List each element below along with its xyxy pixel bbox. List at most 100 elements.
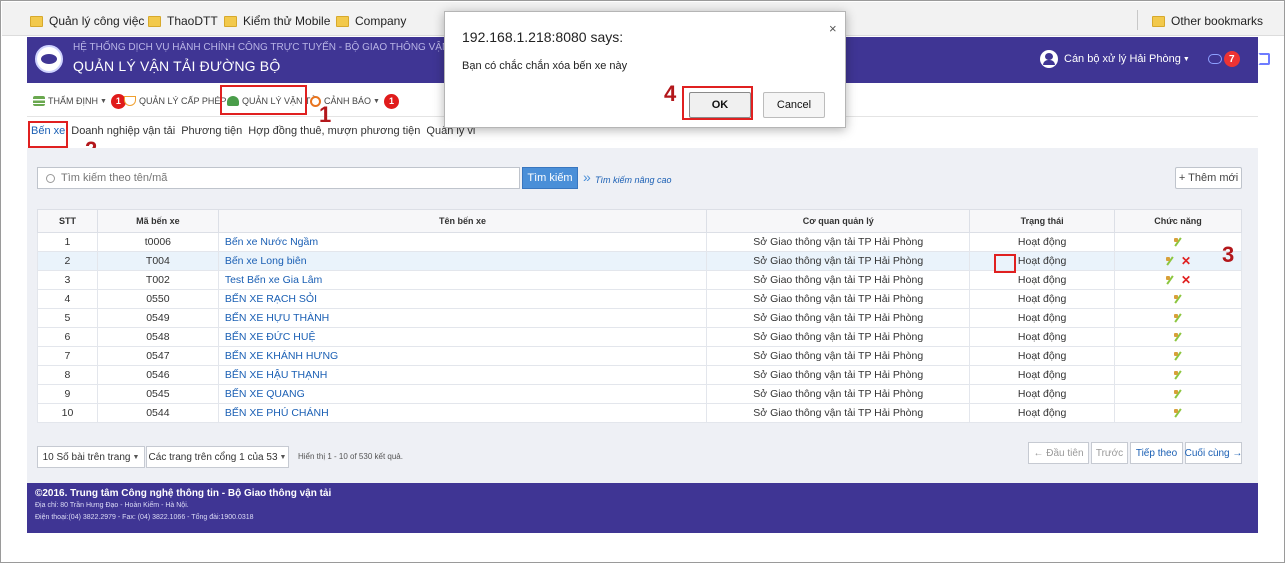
- dialog-message: Bạn có chắc chắn xóa bến xe này: [462, 60, 628, 72]
- edit-icon[interactable]: [1173, 370, 1183, 380]
- dialog-title: 192.168.1.218:8080 says:: [462, 29, 624, 45]
- edit-icon[interactable]: [1173, 389, 1183, 399]
- edit-icon[interactable]: [1173, 313, 1183, 323]
- bookmark-item[interactable]: ThaoDTT: [148, 13, 218, 29]
- search-input[interactable]: [61, 172, 519, 184]
- row-code: T002: [96, 270, 219, 290]
- col-header-status[interactable]: Trạng thái: [969, 209, 1116, 233]
- row-agency: Sở Giao thông vận tải TP Hải Phòng: [706, 365, 971, 385]
- per-page-select[interactable]: 10 Số bài trên trang ▼: [37, 446, 145, 468]
- menu-quan-ly-cap-phep[interactable]: QUẢN LÝ CẤP PHÉP▼: [124, 93, 235, 109]
- table-row[interactable]: 6 0548 BẾN XE ĐỨC HUỆ Sở Giao thông vận tải…: [37, 327, 1242, 347]
- row-agency: Sở Giao thông vận tải TP Hải Phòng: [706, 232, 971, 252]
- table-row[interactable]: 4 0550 BẾN XE RẠCH SỎI Sở Giao thông vận tả…: [37, 289, 1242, 309]
- table-row[interactable]: 8 0546 BẾN XE HẬU THẠNH Sở Giao thông vận t…: [37, 365, 1242, 385]
- row-code: 0544: [96, 403, 219, 423]
- bookmark-label: Kiểm thử Mobile: [243, 14, 331, 28]
- row-stt: 6: [37, 327, 98, 347]
- row-agency: Sở Giao thông vận tải TP Hải Phòng: [706, 403, 971, 423]
- submenu-phuong-tien[interactable]: Phương tiện: [181, 125, 242, 143]
- row-agency: Sở Giao thông vận tải TP Hải Phòng: [706, 251, 971, 271]
- folder-icon: [336, 15, 349, 27]
- folder-icon: [148, 15, 161, 27]
- page-footer: ©2016. Trung tâm Công nghệ thông tin - B…: [27, 483, 1258, 533]
- edit-icon[interactable]: [1173, 332, 1183, 342]
- next-page-button[interactable]: Tiếp theo: [1130, 442, 1183, 464]
- edit-icon[interactable]: [1173, 237, 1183, 247]
- table-row[interactable]: 7 0547 BẾN XE KHÁNH HƯNG Sở Giao thông vận …: [37, 346, 1242, 366]
- edit-icon[interactable]: [1165, 275, 1175, 285]
- row-agency: Sở Giao thông vận tải TP Hải Phòng: [706, 270, 971, 290]
- row-name[interactable]: BẾN XE ĐỨC HUỆ: [217, 327, 708, 347]
- other-bookmarks[interactable]: Other bookmarks: [1152, 13, 1263, 29]
- row-stt: 10: [37, 403, 98, 423]
- table-row[interactable]: 9 0545 BẾN XE QUANG Sở Giao thông vận tải T…: [37, 384, 1242, 404]
- edit-icon[interactable]: [1173, 294, 1183, 304]
- row-name[interactable]: BẾN XE PHÚ CHÁNH: [217, 403, 708, 423]
- chevron-down-icon: ▼: [100, 97, 107, 105]
- col-header-stt[interactable]: STT: [37, 209, 98, 233]
- notification-badge[interactable]: 7: [1223, 51, 1240, 67]
- edit-icon[interactable]: [1173, 408, 1183, 418]
- edit-icon[interactable]: [1173, 351, 1183, 361]
- delete-icon[interactable]: ✕: [1181, 255, 1191, 267]
- advanced-search-link[interactable]: Tìm kiếm nâng cao: [595, 175, 672, 185]
- confirm-dialog: 192.168.1.218:8080 says: × Bạn có chắc c…: [444, 11, 846, 128]
- edit-icon[interactable]: [1165, 256, 1175, 266]
- submenu-hop-dong[interactable]: Hợp đồng thuê, mượn phương tiện: [248, 125, 420, 143]
- col-header-code[interactable]: Mã bến xe: [96, 209, 219, 233]
- row-actions: ✕: [1114, 270, 1242, 290]
- annotation-box-menu: [220, 85, 307, 115]
- delete-icon[interactable]: ✕: [1181, 274, 1191, 286]
- row-code: 0546: [96, 365, 219, 385]
- table-row[interactable]: 2 T004 Bến xe Long biên Sở Giao thông vận t…: [37, 251, 1242, 271]
- table-row[interactable]: 3 T002 Test Bến xe Gia Lâm Sở Giao thông vậ…: [37, 270, 1242, 290]
- chevron-down-icon: ▼: [279, 453, 287, 461]
- folder-icon: [30, 15, 43, 27]
- bookmark-item[interactable]: Company: [336, 13, 406, 29]
- col-header-agency[interactable]: Cơ quan quản lý: [706, 209, 971, 233]
- search-field[interactable]: [37, 167, 520, 189]
- close-icon[interactable]: ×: [829, 21, 837, 36]
- row-stt: 4: [37, 289, 98, 309]
- page-select-label: Các trang trên cổng 1 của 53: [148, 451, 278, 463]
- bookmark-item[interactable]: Quản lý công việc: [30, 13, 144, 29]
- row-name[interactable]: BẾN XE QUANG: [217, 384, 708, 404]
- user-menu[interactable]: Cán bộ xử lý Hải Phòng ▼ 7: [1040, 50, 1270, 68]
- menu-tham-dinh[interactable]: THẨM ĐỊNH ▼ 1: [33, 93, 126, 109]
- table-row[interactable]: 1 t0006 Bến xe Nước Ngầm Sở Giao thông vận …: [37, 232, 1242, 252]
- logout-icon[interactable]: [1257, 53, 1270, 65]
- row-name[interactable]: Test Bến xe Gia Lâm: [217, 270, 708, 290]
- col-header-name[interactable]: Tên bến xe: [217, 209, 708, 233]
- col-header-actions: Chức năng: [1114, 209, 1242, 233]
- chat-icon[interactable]: [1207, 54, 1222, 64]
- row-name[interactable]: BẾN XE HỰU THÀNH: [217, 308, 708, 328]
- add-new-button[interactable]: + Thêm mới: [1175, 167, 1242, 189]
- search-button[interactable]: Tìm kiếm: [522, 167, 578, 189]
- chevron-down-icon: ▼: [132, 453, 140, 461]
- ministry-logo[interactable]: [35, 45, 63, 73]
- row-name[interactable]: BẾN XE HẬU THẠNH: [217, 365, 708, 385]
- row-name[interactable]: Bến xe Nước Ngầm: [217, 232, 708, 252]
- row-name[interactable]: BẾN XE KHÁNH HƯNG: [217, 346, 708, 366]
- last-page-button[interactable]: Cuối cùng →: [1185, 442, 1242, 464]
- menu-label: QUẢN LÝ CẤP PHÉP: [139, 96, 227, 106]
- row-name[interactable]: BẾN XE RẠCH SỎI: [217, 289, 708, 309]
- row-status: Hoạt động: [969, 346, 1116, 366]
- prev-page-button[interactable]: Trước: [1091, 442, 1128, 464]
- row-stt: 5: [37, 308, 98, 328]
- row-code: 0550: [96, 289, 219, 309]
- row-name[interactable]: Bến xe Long biên: [217, 251, 708, 271]
- page-select[interactable]: Các trang trên cổng 1 của 53 ▼: [146, 446, 289, 468]
- chevron-down-icon: ▼: [373, 97, 380, 105]
- table-row[interactable]: 5 0549 BẾN XE HỰU THÀNH Sở Giao thông vận t…: [37, 308, 1242, 328]
- table-row[interactable]: 10 0544 BẾN XE PHÚ CHÁNH Sở Giao thông vận …: [37, 403, 1242, 423]
- row-agency: Sở Giao thông vận tải TP Hải Phòng: [706, 384, 971, 404]
- row-actions: [1114, 384, 1242, 404]
- bookmark-item[interactable]: Kiểm thử Mobile: [224, 13, 330, 29]
- cancel-button[interactable]: Cancel: [763, 92, 825, 118]
- results-info: Hiển thị 1 - 10 of 530 kết quả.: [298, 452, 403, 461]
- first-page-button[interactable]: ← Đầu tiên: [1028, 442, 1089, 464]
- footer-copyright: ©2016. Trung tâm Công nghệ thông tin - B…: [35, 488, 332, 499]
- user-icon: [1040, 50, 1058, 68]
